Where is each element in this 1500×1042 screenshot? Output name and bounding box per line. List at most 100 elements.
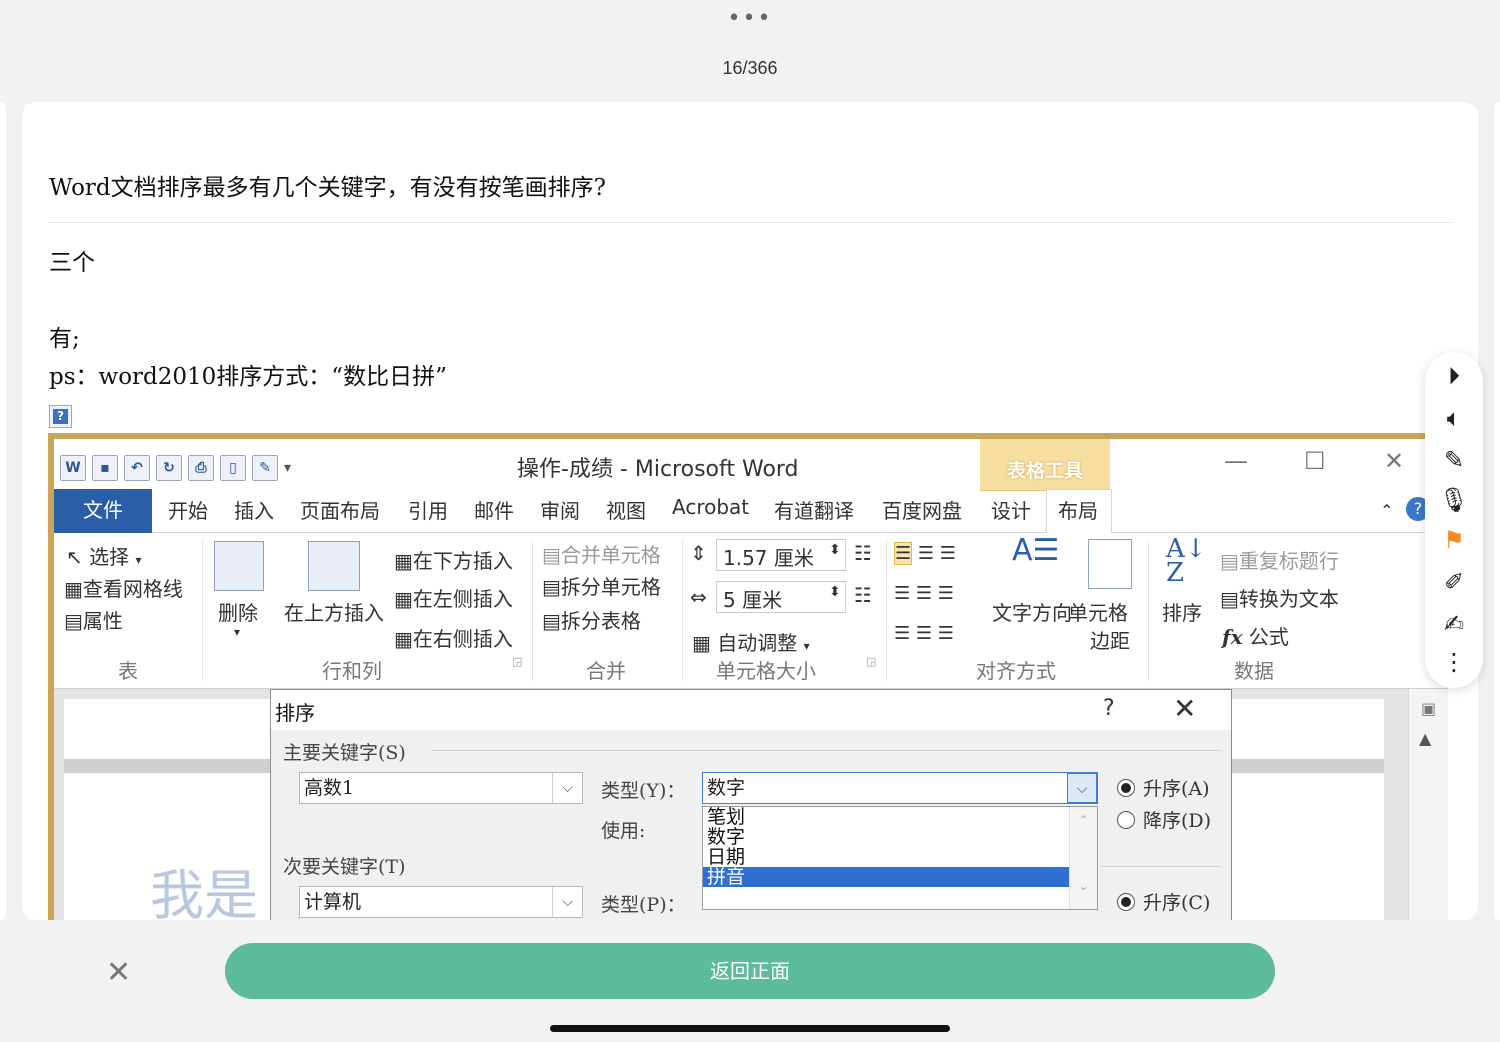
ascending-radio-a: 升序(A) (1117, 774, 1210, 801)
floating-toolbar: ⏵ 🔈︎ ✎ 🎙︎ ⚑ ✐ ✍︎ ⋮ (1425, 352, 1483, 688)
insert-left-button: ▦在左侧插入 (394, 587, 513, 611)
word-screenshot: W ▪ ↶ ↻ ⎙ ▯ ✎ ▾ 操作-成绩 - Microsoft Word 表… (48, 433, 1448, 920)
convert-to-text-icon: ▤ (1220, 587, 1239, 611)
delete-table-icon (214, 541, 264, 591)
flashcard: Word文档排序最多有几个关键字，有没有按笔画排序? 三个 有; ps：word… (22, 102, 1478, 920)
more-dots-icon[interactable]: ••• (0, 6, 1500, 31)
group-label-table: 表 (118, 659, 138, 683)
split-cells-button: ▤拆分单元格 (542, 575, 661, 599)
table-tools-label: 表格工具 (980, 439, 1110, 491)
group-separator (886, 541, 887, 681)
sort-icon: A↓ Z (1166, 534, 1207, 588)
type-p-label: 类型(P)： (601, 894, 686, 916)
column-width-icon: ⇔ (690, 585, 707, 609)
group-separator (532, 541, 533, 681)
tab-layout: 布局 (1058, 499, 1098, 523)
tab-design: 设计 (991, 499, 1031, 523)
edit-icon: ✎ (252, 455, 278, 481)
dialog-close-icon: ✕ (1173, 692, 1197, 725)
back-to-front-button[interactable]: 返回正面 (225, 943, 1275, 999)
primary-key-select: 高数1 ⌵ (299, 772, 583, 804)
draw-icon[interactable]: ✐ (1425, 568, 1483, 596)
insert-right-button: ▦在右侧插入 (394, 627, 513, 651)
vertical-scrollbar: ▣ ▲ (1408, 689, 1448, 920)
dialog-title: 排序 (275, 701, 315, 725)
ascending-radio-c: 升序(C) (1117, 888, 1210, 915)
close-icon: ✕ (1384, 447, 1405, 475)
edit-note-icon[interactable]: ✍︎ (1425, 610, 1483, 638)
fx-icon: fx (1222, 625, 1243, 649)
grid-icon: ▦ (64, 577, 83, 601)
insert-above-icon (308, 541, 360, 591)
tab-mailings: 邮件 (474, 499, 514, 523)
cell-margins-icon (1088, 539, 1132, 589)
tab-view: 视图 (606, 499, 646, 523)
dialog-launcher-icon: ◲ (866, 655, 877, 668)
window-title: 操作-成绩 - Microsoft Word (517, 457, 799, 482)
align-top-icons: ☰ ☰ ☰ (894, 542, 956, 565)
align-middle-icons: ☰ ☰ ☰ (894, 583, 954, 604)
close-icon[interactable]: ✕ (106, 955, 131, 990)
flag-icon[interactable]: ⚑ (1425, 526, 1483, 554)
gridlines-button: ▦查看网格线 (64, 577, 183, 601)
tab-youdao: 有道翻译 (774, 499, 854, 523)
secondary-key-select: 计算机 ⌵ (299, 886, 583, 918)
stepper-arrows-icon: ⬍ (829, 542, 841, 558)
group-label-data: 数据 (1234, 659, 1274, 683)
dialog-launcher-icon: ◲ (512, 655, 523, 668)
split-table-button: ▤拆分表格 (542, 609, 641, 633)
answer-line: 三个 (49, 250, 95, 276)
insert-right-icon: ▦ (394, 627, 413, 651)
option-pinyin: 拼音 (703, 867, 1069, 887)
group-label-cell-size: 单元格大小 (716, 659, 816, 683)
tab-file: 文件 (54, 489, 152, 533)
dialog-help-button: ? (1103, 696, 1115, 721)
broken-image-icon: ? (49, 405, 72, 428)
new-document-icon: ▯ (220, 455, 246, 481)
answer-line (49, 282, 447, 320)
secondary-key-label: 次要关键字(T) (283, 856, 406, 878)
split-table-icon: ▤ (542, 609, 561, 633)
collapse-ribbon-icon: ⌃ (1380, 501, 1394, 520)
type-dropdown-list: 笔划 数字 日期 拼音 ⌃ ⌄ (702, 806, 1098, 910)
next-card-edge (1494, 102, 1500, 920)
select-button: ↖ 选择 ▾ (66, 545, 142, 569)
more-vertical-icon[interactable]: ⋮ (1425, 648, 1483, 676)
pencil-icon[interactable]: ✎ (1425, 446, 1483, 474)
word-titlebar: W ▪ ↶ ↻ ⎙ ▯ ✎ ▾ 操作-成绩 - Microsoft Word 表… (54, 439, 1448, 491)
autofit-button: ▦ 自动调整 ▾ (692, 631, 810, 655)
delete-button: 删除 (218, 601, 258, 625)
option-number: 数字 (707, 826, 746, 848)
tab-insert: 插入 (234, 499, 274, 523)
tab-home: 开始 (168, 499, 208, 523)
distribute-columns-icon: ☷ (854, 583, 872, 607)
insert-below-button: ▦在下方插入 (394, 549, 513, 573)
microphone-icon[interactable]: 🎙︎ (1425, 486, 1483, 514)
primary-key-label: 主要关键字(S) (283, 742, 406, 764)
speaker-icon[interactable]: 🔈︎ (1425, 404, 1483, 432)
formula-button: fx 公式 (1222, 625, 1289, 649)
undo-icon: ↶ (124, 455, 150, 481)
cell-margins-button-line2: 边距 (1090, 629, 1130, 653)
tab-review: 审阅 (540, 499, 580, 523)
chevron-down-icon: ⌵ (552, 887, 582, 917)
redo-icon: ↻ (156, 455, 182, 481)
maximize-icon: ☐ (1304, 447, 1326, 475)
repeat-header-icon: ▤ (1220, 549, 1239, 573)
section-rule (1101, 866, 1221, 867)
align-bottom-icons: ☰ ☰ ☰ (894, 623, 954, 644)
ribbon: ↖ 选择 ▾ ▦查看网格线 ▤属性 表 删除 ▾ 在上方插入 ▦在下方插入 ▦在… (54, 533, 1448, 689)
ribbon-tabs: 文件 开始 插入 页面布局 引用 邮件 审阅 视图 Acrobat 有道翻译 百… (54, 489, 1448, 534)
sort-dialog: 排序 ? ✕ 主要关键字(S) 高数1 ⌵ 类型(Y)： 数字 ⌵ 使用: 笔划 (270, 689, 1232, 920)
text-direction-icon: A☰ (1012, 533, 1060, 568)
merge-cells-button: ▤合并单元格 (542, 543, 661, 567)
answer-line: ps：word2010排序方式：“数比日拼” (49, 364, 447, 390)
word-logo-icon: W (60, 455, 86, 481)
prev-card-edge (0, 102, 6, 920)
insert-above-button: 在上方插入 (284, 601, 384, 625)
properties-icon: ▤ (64, 609, 83, 633)
play-icon[interactable]: ⏵ (1425, 362, 1483, 390)
group-label-alignment: 对齐方式 (976, 659, 1056, 683)
properties-button: ▤属性 (64, 609, 123, 633)
tab-acrobat: Acrobat (672, 495, 750, 519)
